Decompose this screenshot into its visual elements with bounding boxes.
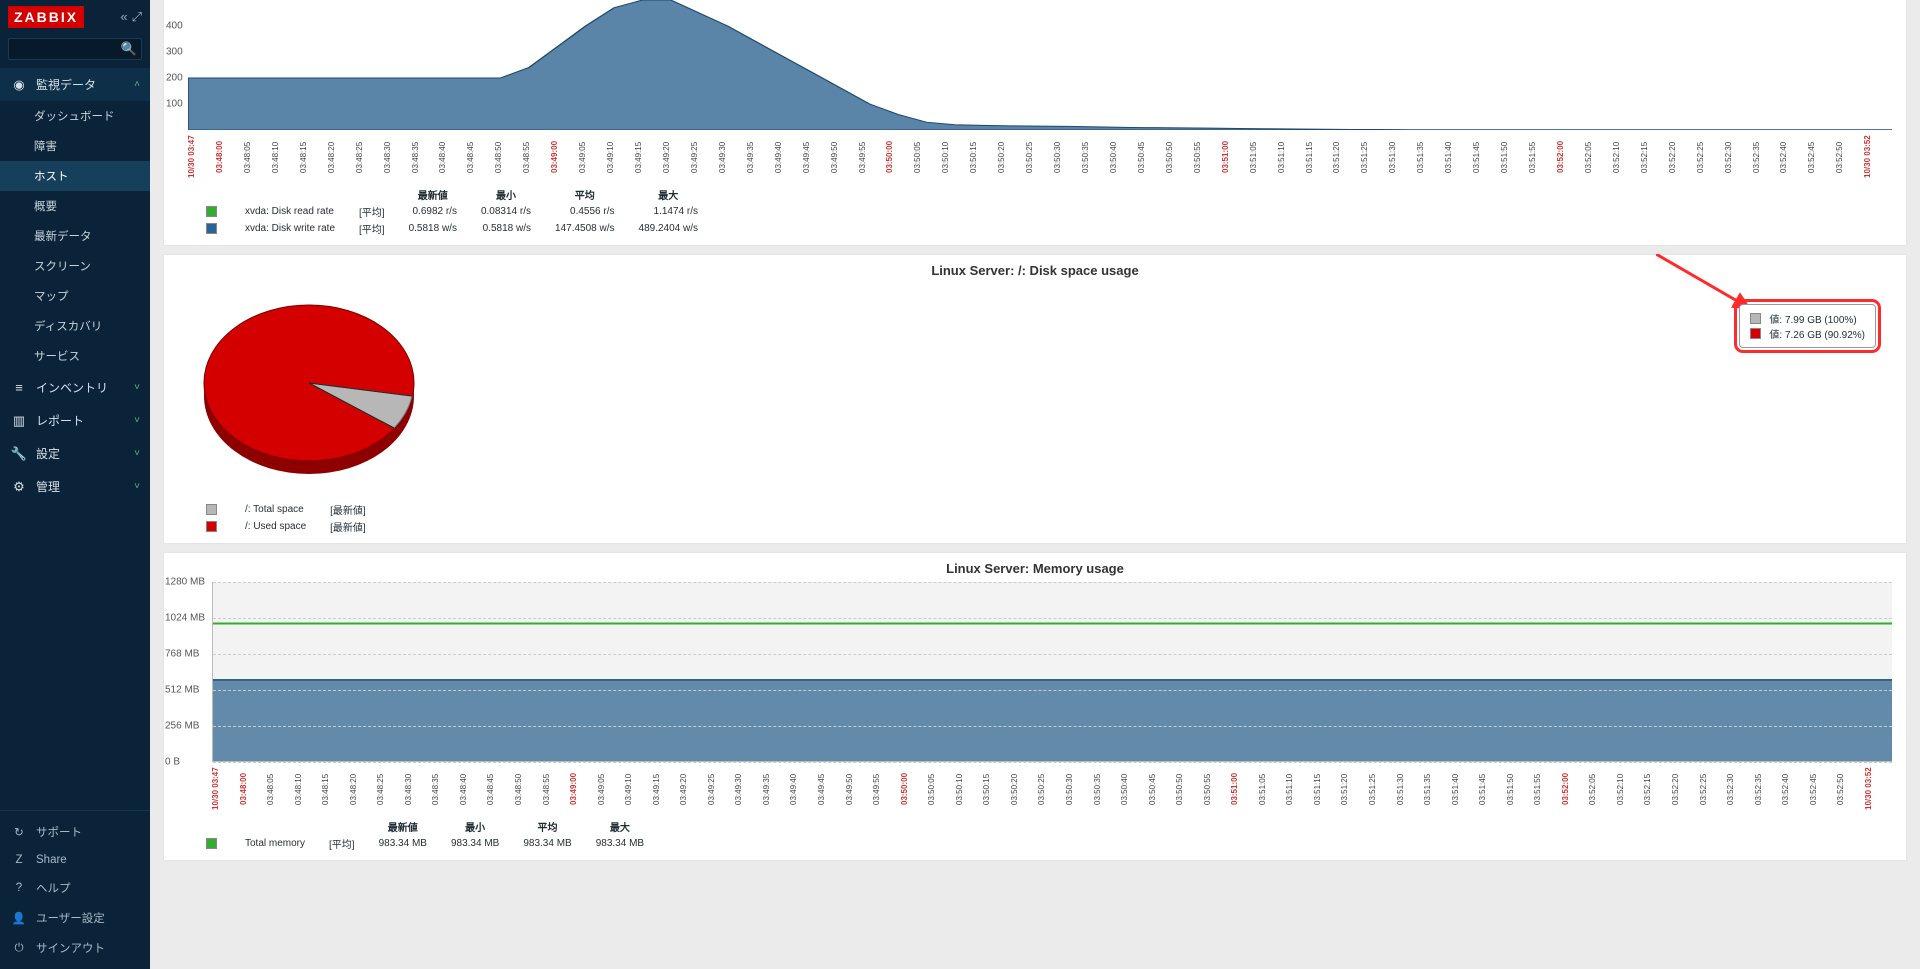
sidebar-collapse[interactable]: « ⤢ [120,9,142,25]
sidebar-item-7[interactable]: ディスカバリ [0,311,150,341]
search-icon[interactable]: 🔍 [121,41,137,57]
sidebar-bottom: ↻ サポート Z Share? ヘルプ 👤 ユーザー設定 ⏻ サインアウト [0,810,150,969]
search-row: 🔍 [0,34,150,68]
sidebar-item-6[interactable]: マップ [0,281,150,311]
nav-label: 設定 [36,445,60,462]
brand-logo: ZABBIX [8,6,84,28]
nav-group-monitoring[interactable]: ◉ 監視データ ˄ [0,68,150,101]
bottom-label: Share [36,854,67,866]
panel-memory: Linux Server: Memory usage 0 B256 MB512 … [164,553,1906,860]
list-icon: ≡ [10,380,28,395]
wrench-icon: 🔧 [10,446,28,462]
panel-disk-space: Linux Server: /: Disk space usage 値: 7.9… [164,255,1906,543]
bottom-item-3[interactable]: 👤 ユーザー設定 [0,903,150,933]
caret-down-icon: ˅ [134,481,140,492]
nav-label: インベントリ [36,379,108,396]
memory-xticks: 10/30 03:4703:48:0003:48:0503:48:1003:48… [212,766,1892,812]
bottom-item-0[interactable]: ↻ サポート [0,817,150,847]
sidebar: ZABBIX « ⤢ 🔍 ◉ 監視データ ˄ ダッシュボード障害ホスト概要最新デ… [0,0,150,969]
nav-label: レポート [36,412,84,429]
memory-chart[interactable]: 0 B256 MB512 MB768 MB1024 MB1280 MB [212,582,1892,762]
nav-group-reports[interactable]: ▥ レポート ˅ [0,404,150,437]
eye-icon: ◉ [10,77,28,93]
sidebar-item-3[interactable]: 概要 [0,191,150,221]
bottom-label: ヘルプ [36,880,71,896]
bottom-label: サインアウト [36,940,105,956]
panel-title: Linux Server: Memory usage [164,553,1906,582]
panel-disk-rate: 100200300400 10/30 03:4703:48:0003:48:05… [164,0,1906,245]
sidebar-item-0[interactable]: ダッシュボード [0,101,150,131]
gear-icon: ⚙ [10,479,28,495]
bottom-item-2[interactable]: ? ヘルプ [0,873,150,903]
caret-down-icon: ˅ [134,382,140,393]
sidebar-item-2[interactable]: ホスト [0,161,150,191]
chart-icon: ▥ [10,413,28,429]
pie-wrap: 値: 7.99 GB (100%)値: 7.26 GB (90.92%) [164,284,1906,495]
disk-rate-xticks: 10/30 03:4703:48:0003:48:0503:48:1003:48… [188,134,1892,180]
bottom-item-1[interactable]: Z Share [0,847,150,873]
chevron-left-icon: « [120,9,127,25]
caret-down-icon: ˅ [134,415,140,426]
nav-group-admin[interactable]: ⚙ 管理 ˅ [0,470,150,503]
bottom-icon: ↻ [10,825,28,839]
nav-sub-monitoring: ダッシュボード障害ホスト概要最新データスクリーンマップディスカバリサービス [0,101,150,371]
bottom-label: ユーザー設定 [36,910,105,926]
memory-legend: 最新値最小平均最大Total memory[平均]983.34 MB983.34… [194,818,656,852]
bottom-icon: 👤 [10,911,28,925]
pie-chart[interactable] [194,288,424,488]
pie-legend-box: 値: 7.99 GB (100%)値: 7.26 GB (90.92%) [1739,304,1876,348]
bottom-item-4[interactable]: ⏻ サインアウト [0,933,150,963]
bottom-icon: ⏻ [10,942,28,955]
nav-group-settings[interactable]: 🔧 設定 ˅ [0,437,150,470]
nav-label: 監視データ [36,76,96,93]
caret-up-icon: ˄ [134,79,140,90]
bottom-icon: ? [10,882,28,894]
nav: ◉ 監視データ ˄ ダッシュボード障害ホスト概要最新データスクリーンマップディス… [0,68,150,810]
main-content: 100200300400 10/30 03:4703:48:0003:48:05… [150,0,1920,969]
disk-rate-legend: 最新値最小平均最大xvda: Disk read rate[平均]0.6982 … [194,186,710,237]
disk-rate-chart[interactable]: 100200300400 [188,0,1892,130]
collapse-icon: ⤢ [132,9,142,25]
bottom-label: サポート [36,824,82,840]
sidebar-item-1[interactable]: 障害 [0,131,150,161]
pie-legend-table: /: Total space[最新値]/: Used space[最新値] [194,501,378,535]
sidebar-item-5[interactable]: スクリーン [0,251,150,281]
panel-title: Linux Server: /: Disk space usage [164,255,1906,284]
bottom-icon: Z [10,854,28,866]
caret-down-icon: ˅ [134,448,140,459]
sidebar-item-4[interactable]: 最新データ [0,221,150,251]
logo-row: ZABBIX « ⤢ [0,0,150,34]
nav-label: 管理 [36,478,60,495]
sidebar-item-8[interactable]: サービス [0,341,150,371]
nav-group-inventory[interactable]: ≡ インベントリ ˅ [0,371,150,404]
